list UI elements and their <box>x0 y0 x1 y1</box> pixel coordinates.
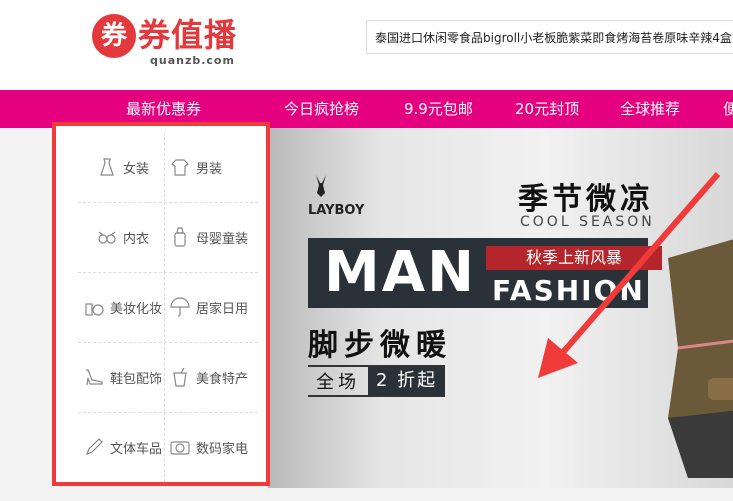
cosmetics-icon <box>84 297 104 317</box>
category-digital[interactable]: 数码家电 <box>170 412 266 482</box>
category-panel: 女装 男装 内衣 母婴童装 美妆化妆 居家日用 鞋包配饰 美食特产 文体车品 数… <box>52 122 270 486</box>
category-label: 男装 <box>196 161 223 177</box>
brand-logo: LAYBOY <box>308 173 364 218</box>
site-logo[interactable]: 券 券值播 quanzb.com <box>92 10 252 70</box>
nav-item-global-picks[interactable]: 全球推荐 <box>620 90 680 128</box>
category-women-clothing[interactable]: 女装 <box>82 132 165 202</box>
logo-mark: 券 <box>92 14 136 58</box>
promo-banner[interactable]: LAYBOY 季节微凉 COOL SEASON MAN 秋季上新风暴 FASHI… <box>268 128 733 488</box>
brand-name: LAYBOY <box>308 203 365 218</box>
high-heel-icon <box>84 367 104 387</box>
umbrella-icon <box>170 297 190 317</box>
category-label: 鞋包配饰 <box>109 371 162 387</box>
nav-item-20-cap[interactable]: 20元封顶 <box>515 90 579 128</box>
category-sports-auto[interactable]: 文体车品 <box>82 412 165 482</box>
drink-icon <box>170 367 190 387</box>
category-label: 内衣 <box>122 231 149 247</box>
sale-discount: 2 折起 <box>368 367 446 395</box>
category-beauty[interactable]: 美妆化妆 <box>82 272 165 342</box>
category-home[interactable]: 居家日用 <box>170 272 266 342</box>
shirt-icon <box>170 157 190 177</box>
category-row: 鞋包配饰 美食特产 <box>78 342 258 413</box>
category-label: 文体车品 <box>109 441 162 457</box>
warm-steps-text: 脚步微暖 <box>308 328 452 363</box>
category-men-clothing[interactable]: 男装 <box>170 132 266 202</box>
red-arrow-icon <box>538 172 721 378</box>
search-input[interactable]: 泰国进口休闲零食品bigroll小老板脆紫菜即食烤海苔卷原味辛辣4盒 <box>366 20 733 54</box>
nav-item-9-9-free-shipping[interactable]: 9.9元包邮 <box>404 90 473 128</box>
category-food[interactable]: 美食特产 <box>170 342 266 412</box>
category-row: 美妆化妆 居家日用 <box>78 272 258 343</box>
pencil-icon <box>84 437 104 457</box>
logo-name: 券值播 <box>138 16 238 54</box>
category-underwear[interactable]: 内衣 <box>82 202 165 272</box>
baby-bottle-icon <box>170 227 190 247</box>
header: 券 券值播 quanzb.com 泰国进口休闲零食品bigroll小老板脆紫菜即… <box>0 0 733 90</box>
camera-icon <box>170 437 190 457</box>
category-label: 美妆化妆 <box>109 301 162 317</box>
nav-item-cheap[interactable]: 便 <box>723 90 733 128</box>
bra-icon <box>97 227 117 247</box>
bunny-icon <box>316 175 326 197</box>
category-row: 女装 男装 <box>78 132 258 203</box>
category-row: 内衣 母婴童装 <box>78 202 258 273</box>
man-text: MAN <box>324 240 476 305</box>
sale-scope: 全场 <box>316 372 360 393</box>
category-label: 母婴童装 <box>196 231 249 247</box>
category-label: 数码家电 <box>196 441 249 457</box>
category-baby-kids[interactable]: 母婴童装 <box>170 202 266 272</box>
category-label: 美食特产 <box>196 371 249 387</box>
logo-domain: quanzb.com <box>150 54 235 67</box>
category-shoes-bags[interactable]: 鞋包配饰 <box>82 342 165 412</box>
nav-item-today-rush[interactable]: 今日疯抢榜 <box>284 90 359 128</box>
category-label: 居家日用 <box>196 301 249 317</box>
search-input-value: 泰国进口休闲零食品bigroll小老板脆紫菜即食烤海苔卷原味辛辣4盒 <box>375 31 732 45</box>
category-row: 文体车品 数码家电 <box>78 412 258 482</box>
sale-label: 全场 2 折起 <box>308 365 446 397</box>
category-label: 女装 <box>122 161 149 177</box>
dress-icon <box>97 157 117 177</box>
